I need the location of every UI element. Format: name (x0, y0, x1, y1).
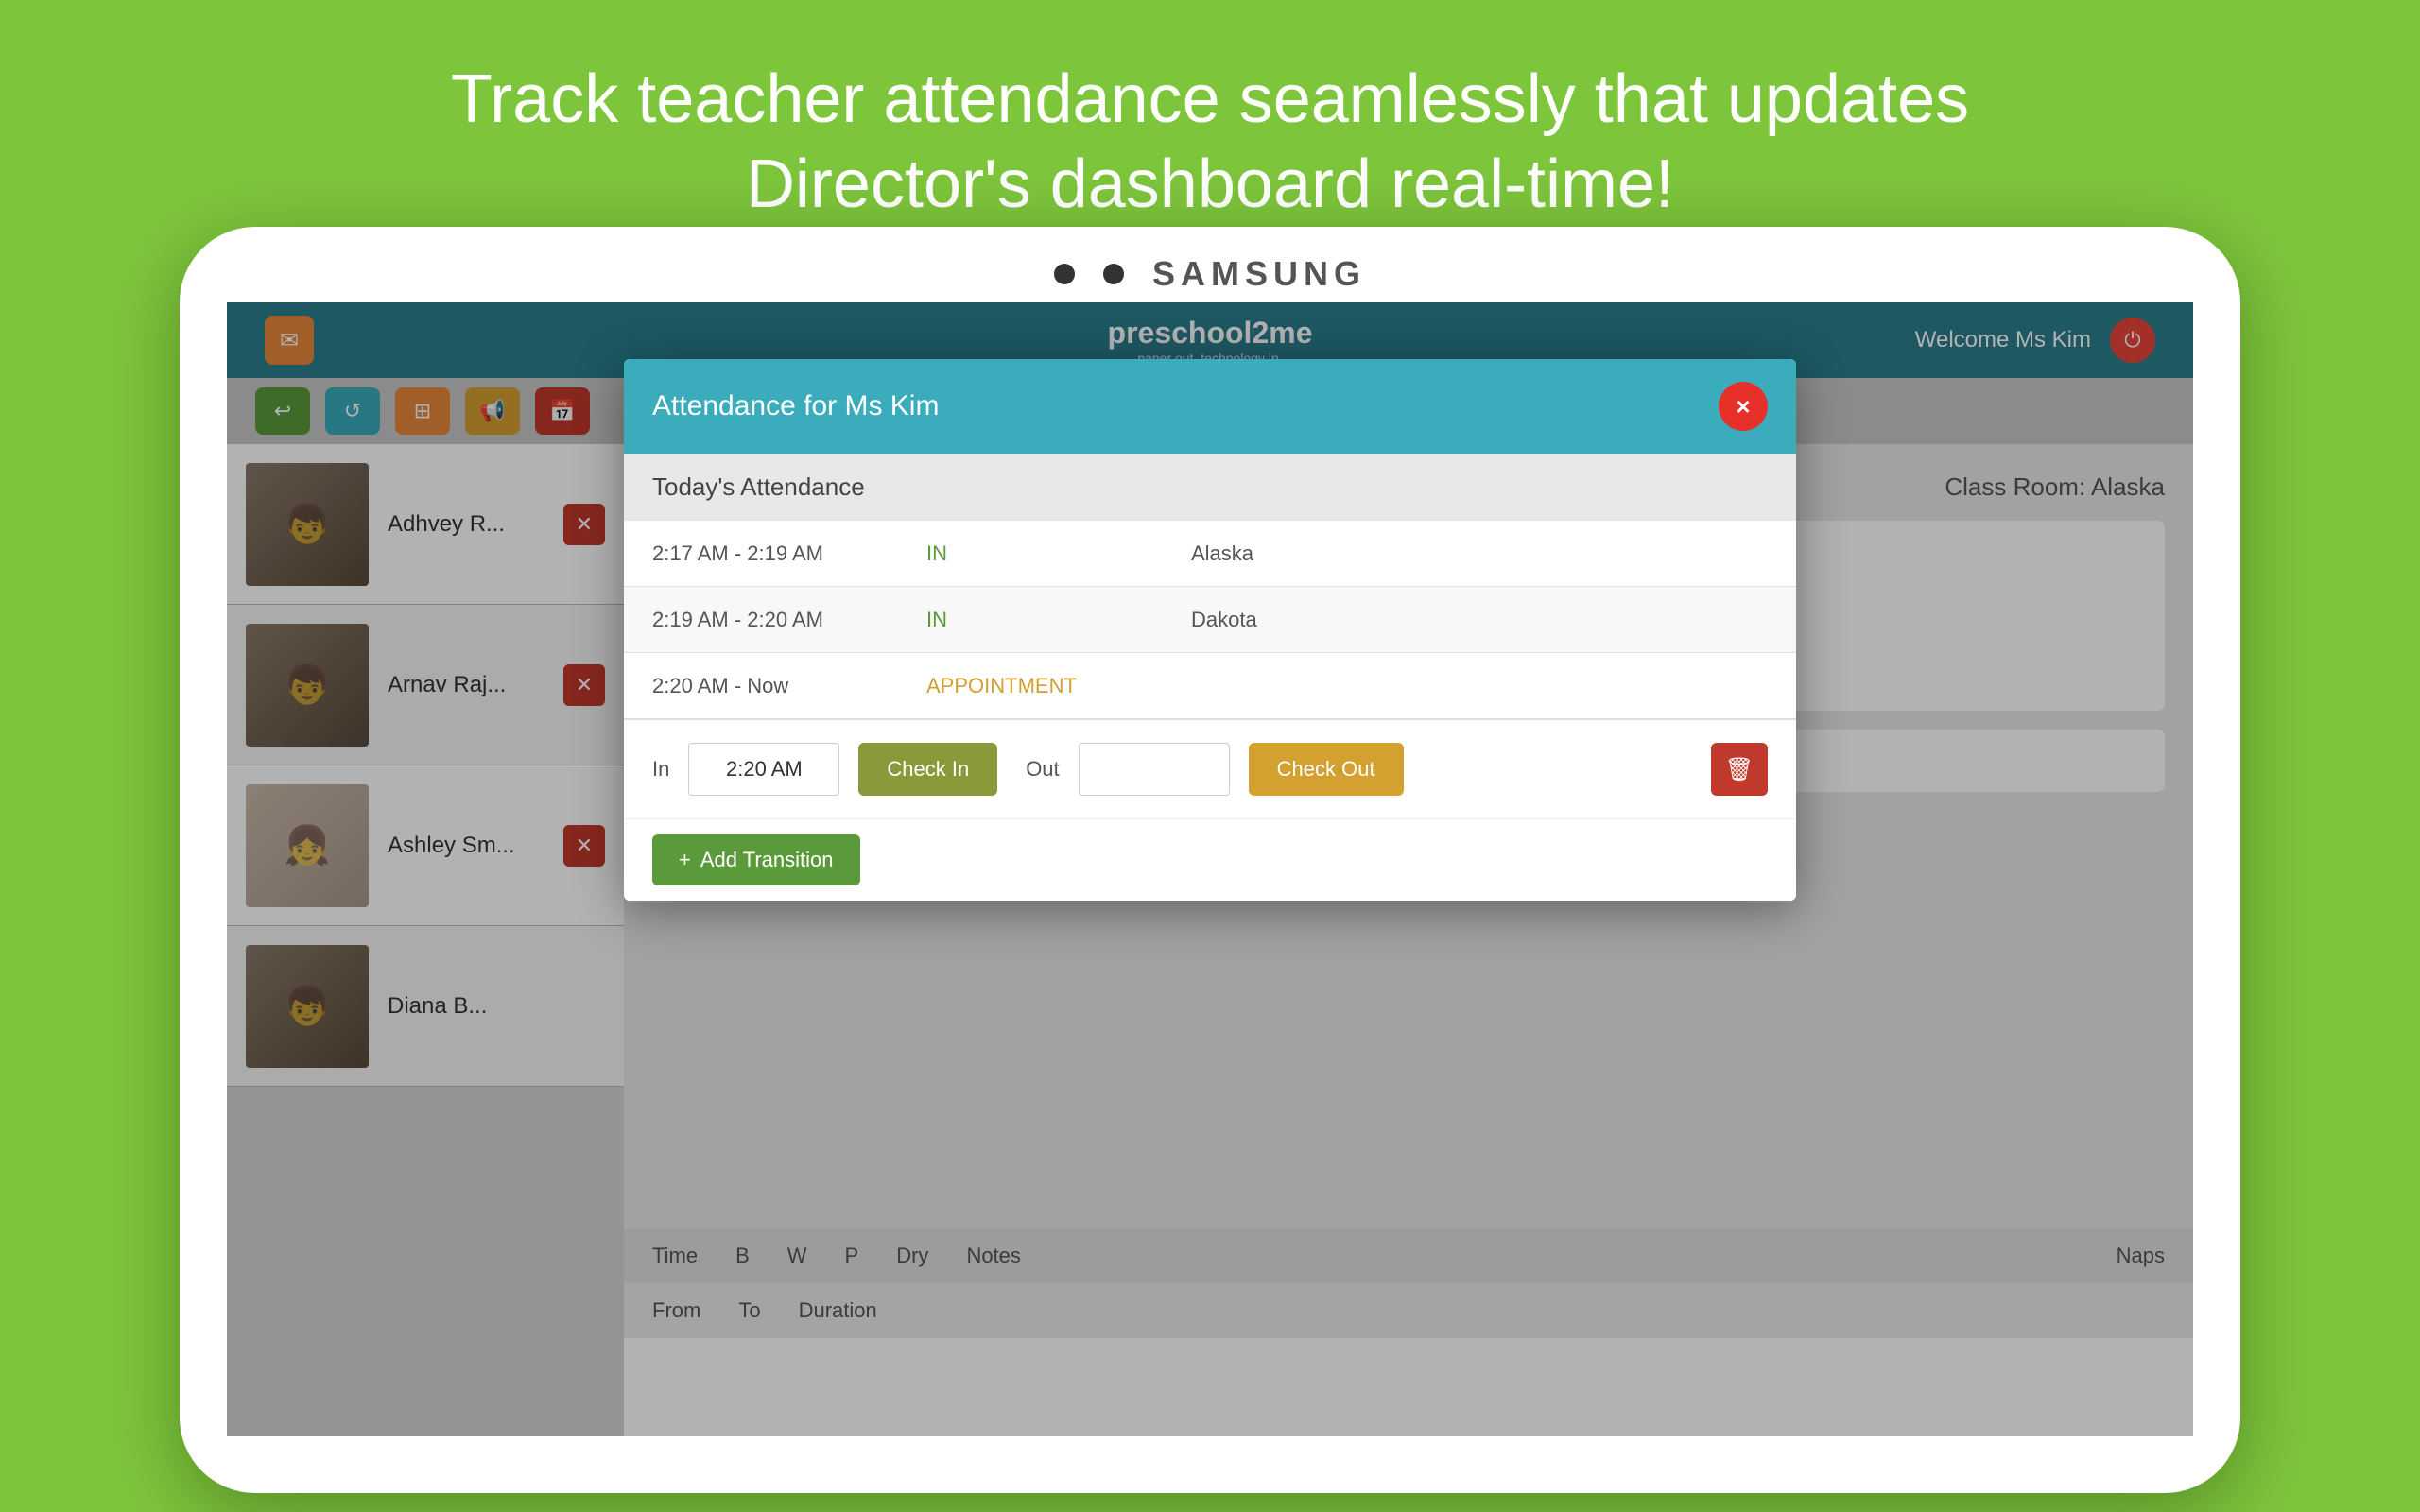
add-transition-button[interactable]: + Add Transition (652, 834, 860, 885)
modal-close-button[interactable]: × (1719, 382, 1768, 431)
plus-icon: + (679, 848, 691, 872)
attendance-modal: Attendance for Ms Kim × Today's Attendan… (624, 359, 1796, 901)
header-line2: Director's dashboard real-time! (746, 146, 1674, 222)
att-status-2: IN (908, 593, 1172, 647)
in-label: In (652, 757, 669, 782)
att-status-1: IN (908, 526, 1172, 581)
att-location-1: Alaska (1172, 526, 1796, 581)
out-label: Out (1026, 757, 1059, 782)
page-header: Track teacher attendance seamlessly that… (0, 0, 2420, 265)
tablet-device: SAMSUNG ✉ preschool2me paper out. techno… (180, 227, 2240, 1493)
samsung-logo: SAMSUNG (1152, 254, 1366, 294)
modal-header: Attendance for Ms Kim × (624, 359, 1796, 454)
att-location-2: Dakota (1172, 593, 1796, 647)
checkin-time-input[interactable]: 2:20 AM (688, 743, 839, 796)
tablet-screen: ✉ preschool2me paper out. technology in.… (227, 302, 2193, 1436)
add-transition-row: + Add Transition (624, 818, 1796, 901)
checkin-button[interactable]: Check In (858, 743, 997, 796)
att-status-3: APPOINTMENT (908, 659, 1172, 713)
checkout-button[interactable]: Check Out (1249, 743, 1404, 796)
tablet-dot-2 (1103, 264, 1124, 284)
tablet-dot-1 (1054, 264, 1075, 284)
modal-title: Attendance for Ms Kim (652, 390, 939, 422)
delete-button[interactable]: 🗑 (1711, 743, 1768, 796)
attendance-section-header: Today's Attendance (624, 454, 1796, 521)
checkin-row: In 2:20 AM Check In Out Check Out 🗑 (624, 719, 1796, 818)
tablet-top-bar: SAMSUNG (180, 227, 2240, 302)
attendance-row-1: 2:17 AM - 2:19 AM IN Alaska (624, 521, 1796, 587)
modal-overlay: Attendance for Ms Kim × Today's Attendan… (227, 302, 2193, 1436)
attendance-row-3: 2:20 AM - Now APPOINTMENT (624, 653, 1796, 719)
header-line1: Track teacher attendance seamlessly that… (451, 61, 1969, 137)
att-time-2: 2:19 AM - 2:20 AM (624, 593, 908, 647)
att-time-3: 2:20 AM - Now (624, 659, 908, 713)
add-transition-label: Add Transition (700, 848, 834, 872)
attendance-table: 2:17 AM - 2:19 AM IN Alaska 2:19 AM - 2:… (624, 521, 1796, 719)
att-location-3 (1172, 671, 1796, 701)
today-attendance-title: Today's Attendance (652, 472, 865, 501)
attendance-row-2: 2:19 AM - 2:20 AM IN Dakota (624, 587, 1796, 653)
att-time-1: 2:17 AM - 2:19 AM (624, 526, 908, 581)
checkout-time-input[interactable] (1079, 743, 1230, 796)
